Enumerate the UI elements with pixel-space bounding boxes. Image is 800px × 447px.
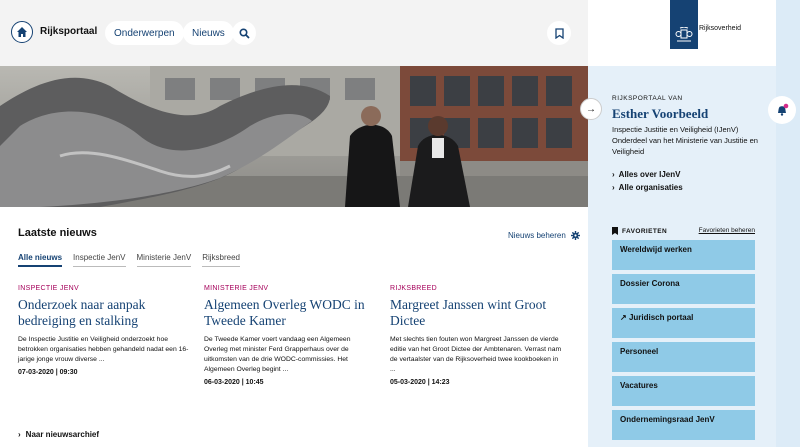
- article-category: INSPECTIE JENV: [18, 285, 79, 292]
- panel-header: Rijksoverheid: [588, 0, 776, 66]
- collapse-panel-button[interactable]: →: [580, 98, 602, 120]
- article-summary: De Inspectie Justitie en Veiligheid onde…: [18, 336, 189, 363]
- coat-of-arms-icon: [675, 27, 693, 42]
- tab-alle-nieuws[interactable]: Alle nieuws: [18, 253, 63, 267]
- article-title[interactable]: Onderzoek naar aanpak bedreiging en stal…: [18, 297, 190, 329]
- news-article[interactable]: MINISTERIE JENV Algemeen Overleg WODC in…: [204, 285, 376, 386]
- news-archive-link[interactable]: › Naar nieuwsarchief: [18, 430, 99, 439]
- link-alle-organisaties[interactable]: Alle organisaties: [612, 181, 683, 194]
- hero-image: [0, 66, 588, 207]
- article-category: RIJKSBREED: [390, 285, 437, 292]
- search-button[interactable]: [232, 21, 256, 45]
- bookmark-icon: [554, 27, 564, 39]
- home-button[interactable]: [11, 21, 33, 43]
- bell-icon: [778, 103, 789, 116]
- tab-inspectie-jenv[interactable]: Inspectie JenV: [73, 253, 126, 267]
- favorites-manage-link[interactable]: Favorieten beheren: [699, 227, 755, 235]
- article-summary: De Tweede Kamer voert vandaag een Algeme…: [204, 336, 351, 373]
- search-icon: [238, 27, 250, 39]
- site-name[interactable]: Rijksportaal: [40, 26, 97, 37]
- favorite-item-label: Juridisch portaal: [628, 313, 694, 322]
- news-manage-label: Nieuws beheren: [508, 231, 566, 240]
- news-article[interactable]: RIJKSBREED Margreet Janssen wint Groot D…: [390, 285, 562, 386]
- article-title[interactable]: Algemeen Overleg WODC in Tweede Kamer: [204, 297, 376, 329]
- news-heading: Laatste nieuws: [18, 227, 97, 239]
- logo-text: Rijksoverheid: [699, 25, 742, 32]
- article-date: 05-03-2020 | 14:23: [390, 379, 450, 386]
- profile-name: Esther Voorbeeld: [612, 106, 709, 121]
- profile-description: Inspectie Justitie en Veiligheid (IJenV)…: [612, 125, 758, 156]
- external-link-icon: ↗: [620, 313, 627, 322]
- news-manage-link[interactable]: Nieuws beheren: [508, 231, 580, 240]
- favorite-item[interactable]: Vacatures: [612, 376, 755, 406]
- article-date: 07-03-2020 | 09:30: [18, 369, 78, 376]
- news-tabs: Alle nieuws Inspectie JenV Ministerie Je…: [18, 253, 240, 267]
- top-bar: Rijksportaal Onderwerpen Nieuws: [0, 0, 588, 66]
- rijksoverheid-logo: [670, 0, 698, 49]
- news-archive-label: Naar nieuwsarchief: [25, 430, 100, 439]
- notifications-button[interactable]: [768, 96, 796, 124]
- bookmark-filled-icon: [612, 227, 618, 235]
- article-category: MINISTERIE JENV: [204, 285, 269, 292]
- favorites-header: FAVORIETEN Favorieten beheren: [612, 227, 755, 235]
- news-article[interactable]: INSPECTIE JENV Onderzoek naar aanpak bed…: [18, 285, 190, 376]
- favorite-item[interactable]: Dossier Corona: [612, 274, 755, 304]
- favorites-title: FAVORIETEN: [612, 227, 667, 235]
- article-date: 06-03-2020 | 10:45: [204, 379, 264, 386]
- favorite-item[interactable]: Wereldwijd werken: [612, 240, 755, 270]
- tab-rijksbreed[interactable]: Rijksbreed: [202, 253, 240, 267]
- chevron-right-icon: ›: [18, 430, 21, 439]
- panel-links: Alles over IJenV Alle organisaties: [612, 168, 683, 194]
- nav-nieuws[interactable]: Nieuws: [183, 21, 234, 45]
- bookmark-button[interactable]: [547, 21, 571, 45]
- nav-onderwerpen[interactable]: Onderwerpen: [105, 21, 184, 45]
- panel-side-strip: [776, 0, 800, 447]
- tab-ministerie-jenv[interactable]: Ministerie JenV: [136, 253, 192, 267]
- article-title[interactable]: Margreet Janssen wint Groot Dictee: [390, 297, 562, 329]
- arrow-right-icon: →: [586, 103, 596, 115]
- link-alles-over-ijenv[interactable]: Alles over IJenV: [612, 168, 683, 181]
- favorites-label: FAVORIETEN: [622, 227, 668, 235]
- gear-icon: [570, 231, 580, 240]
- favorite-item[interactable]: Personeel: [612, 342, 755, 372]
- home-icon: [17, 27, 27, 37]
- panel-kicker: RIJKSPORTAAL VAN: [612, 95, 683, 102]
- favorite-item[interactable]: Ondernemingsraad JenV: [612, 410, 755, 440]
- favorite-item[interactable]: ↗ Juridisch portaal: [612, 308, 755, 338]
- article-summary: Met slechts tien fouten won Margreet Jan…: [390, 336, 562, 373]
